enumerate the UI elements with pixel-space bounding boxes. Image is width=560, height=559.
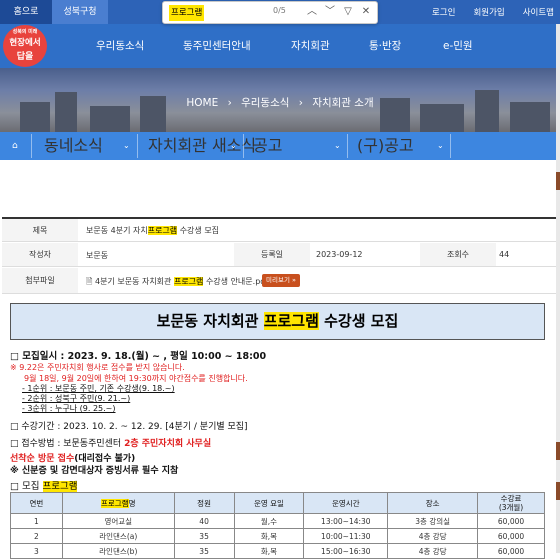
attachment-row: 첨부파일 🗎 4분기 보문동 자치회관 프로그램 수강생 안내문.pdf 미리보…	[2, 268, 556, 294]
nav-item-tong-ban[interactable]: 통·반장	[369, 24, 401, 68]
breadcrumb-level2: 자치회관 소개	[312, 97, 374, 109]
cell-location: 3층 강의실	[387, 513, 479, 529]
chevron-down-icon[interactable]: ⌄	[437, 132, 444, 160]
logo-line-2: 현장에서	[9, 38, 41, 48]
breadcrumb-home[interactable]: HOME	[186, 97, 218, 109]
cell-capacity: 40	[173, 513, 235, 529]
nav-item-center-info[interactable]: 동주민센터안내	[183, 24, 251, 68]
program-table: 연번 프로그램명 정원 운영 요일 운영시간 장소 수강료 (3개월) 1 영어교…	[10, 492, 545, 559]
col-fee: 수강료 (3개월)	[477, 492, 545, 514]
utility-links: 로그인 회원가입 사이트맵	[430, 0, 556, 24]
cell-program: 영어교실	[61, 513, 175, 529]
cell-location: 4층 강당	[387, 543, 479, 559]
subnav-old-notice[interactable]: (구)공고	[357, 132, 414, 160]
attachment-file-link[interactable]: 🗎 4분기 보문동 자치회관 프로그램 수강생 안내문.pdf	[86, 276, 268, 290]
cell-fee: 60,000	[477, 513, 545, 529]
scrollbar-marker	[556, 172, 560, 190]
cell-capacity: 35	[173, 543, 235, 559]
recruit-period: □ 모집일시 : 2023. 9. 18.(월) ~ , 평일 10:00 ~ …	[10, 351, 267, 362]
post-meta-row: 작성자 보문동 등록일 2023-09-12 조회수 44	[2, 243, 556, 267]
col-program: 프로그램명	[61, 492, 175, 514]
views-value: 44	[499, 250, 510, 259]
application-method: □ 접수방법 : 보문동주민센터 2층 주민자치회 사무실	[10, 439, 212, 449]
nav-item-news[interactable]: 우리동소식	[96, 24, 144, 68]
cell-hours: 13:00~14:30	[303, 513, 389, 529]
file-icon: 🗎	[86, 277, 93, 286]
post-title: 보문동 4분기 자치프로그램 수강생 모집	[86, 226, 220, 235]
scrollbar-marker	[556, 442, 560, 460]
notice-exception: ※ 9.22은 주민자치회 행사로 접수를 받지 않습니다.	[10, 363, 185, 372]
col-days: 운영 요일	[233, 492, 305, 514]
table-row: 2 라인댄스(a) 35 화,목 10:00~11:30 4층 강당 60,00…	[10, 528, 545, 544]
chevron-down-icon[interactable]: ⌄	[230, 132, 237, 160]
main-header	[0, 24, 560, 68]
col-capacity: 정원	[173, 492, 235, 514]
course-period: □ 수강기간 : 2023. 10. 2. ~ 12. 29. [4분기 / 분…	[10, 422, 248, 432]
site-logo[interactable]: 성북의 미래 현장에서 답을	[3, 25, 47, 67]
col-no: 연번	[10, 492, 63, 514]
nav-item-community-hall[interactable]: 자치회관	[291, 24, 330, 68]
table-header-row: 연번 프로그램명 정원 운영 요일 운영시간 장소 수강료 (3개월)	[10, 492, 545, 514]
breadcrumb-separator: ›	[227, 97, 232, 109]
breadcrumb-separator: ›	[298, 97, 303, 109]
attachment-label: 첨부파일	[2, 268, 78, 293]
cell-days: 화,목	[233, 543, 305, 559]
author-value: 보문동	[86, 251, 109, 260]
find-bar: 프로그램 0/5 ︿ ﹀ ▽ ✕	[162, 1, 378, 24]
cell-no: 2	[10, 528, 63, 544]
subnav-local-news[interactable]: 동네소식	[44, 132, 103, 160]
find-match-count: 0/5	[273, 6, 286, 15]
cell-no: 3	[10, 543, 63, 559]
home-link[interactable]: 홈으로	[0, 0, 52, 24]
id-required-note: ※ 신분증 및 감면대상자 증빙서류 필수 지참	[10, 466, 179, 476]
find-previous-icon[interactable]: ︿	[305, 4, 319, 20]
sitemap-link[interactable]: 사이트맵	[521, 6, 556, 18]
post-title-row: 제목 보문동 4분기 자치프로그램 수강생 모집	[2, 219, 556, 242]
cell-no: 1	[10, 513, 63, 529]
cell-fee: 60,000	[477, 528, 545, 544]
breadcrumb-level1[interactable]: 우리동소식	[241, 97, 289, 109]
views-label: 조회수	[420, 243, 496, 266]
logo-tagline: 성북의 미래	[12, 29, 38, 35]
cell-program: 라인댄스(a)	[61, 528, 175, 544]
cell-hours: 10:00~11:30	[303, 528, 389, 544]
col-location: 장소	[387, 492, 479, 514]
cell-location: 4층 강당	[387, 528, 479, 544]
home-icon[interactable]: ⌂	[12, 132, 18, 160]
cell-days: 월,수	[233, 513, 305, 529]
cell-hours: 15:00~16:30	[303, 543, 389, 559]
preview-button[interactable]: 미리보기 »	[262, 274, 300, 287]
nav-item-e-minwon[interactable]: e-민원	[443, 24, 473, 68]
subnav-notice[interactable]: 공고	[253, 132, 282, 160]
find-filter-icon[interactable]: ▽	[341, 4, 355, 20]
title-label: 제목	[2, 219, 78, 241]
date-value: 2023-09-12	[316, 250, 363, 259]
col-hours: 운영시간	[303, 492, 389, 514]
breadcrumb: HOME › 우리동소식 › 자치회관 소개	[0, 95, 560, 110]
cell-days: 화,목	[233, 528, 305, 544]
gu-office-link[interactable]: 성북구청	[52, 0, 108, 24]
logo-line-3: 답을	[16, 52, 34, 62]
cell-capacity: 35	[173, 528, 235, 544]
cell-program: 라인댄스(b)	[61, 543, 175, 559]
priority-3: - 3순위 : 누구나 (9. 25.~)	[22, 404, 116, 413]
table-row: 1 영어교실 40 월,수 13:00~14:30 3층 강의실 60,000	[10, 513, 545, 529]
page-scrollbar[interactable]	[556, 24, 560, 553]
scrollbar-marker	[556, 482, 560, 500]
notice-title: 보문동 자치회관 프로그램 수강생 모집	[10, 303, 545, 340]
chevron-down-icon[interactable]: ⌄	[123, 132, 130, 160]
login-link[interactable]: 로그인	[430, 6, 457, 18]
date-label: 등록일	[234, 243, 310, 266]
find-next-icon[interactable]: ﹀	[323, 4, 337, 20]
find-input[interactable]: 프로그램	[169, 5, 205, 21]
program-list-heading: □ 모집 프로그램	[10, 481, 78, 492]
table-row: 3 라인댄스(b) 35 화,목 15:00~16:30 4층 강당 60,00…	[10, 543, 545, 559]
author-label: 작성자	[2, 243, 78, 266]
join-link[interactable]: 회원가입	[471, 6, 506, 18]
subnav-hall-news[interactable]: 자치회관 새소식	[148, 132, 256, 160]
close-icon[interactable]: ✕	[359, 4, 373, 20]
cell-fee: 60,000	[477, 543, 545, 559]
chevron-down-icon[interactable]: ⌄	[334, 132, 341, 160]
